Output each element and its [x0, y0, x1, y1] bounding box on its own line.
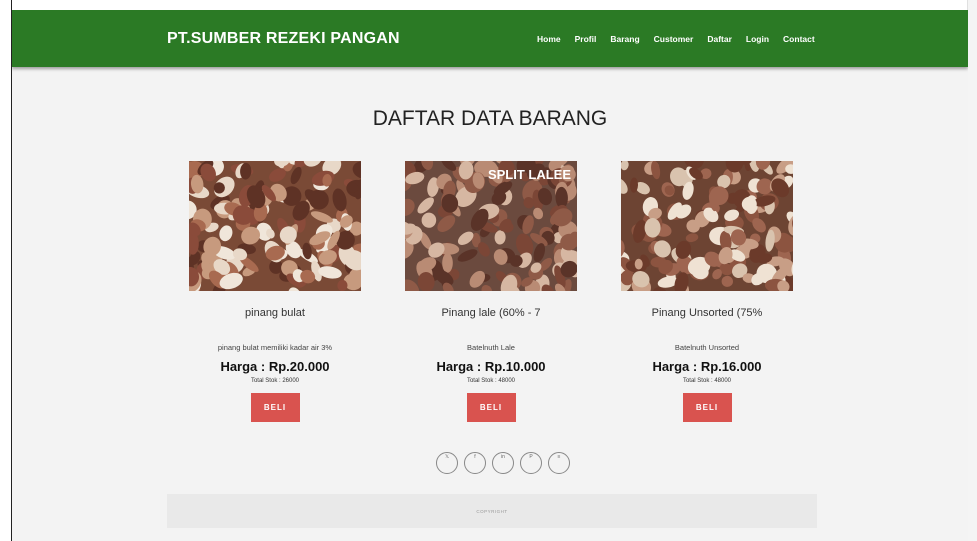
- page: PT.SUMBER REZEKI PANGAN Home Profil Bara…: [12, 10, 968, 541]
- social-links: 𝕏 f in P ≡: [436, 452, 570, 474]
- page-title: DAFTAR DATA BARANG: [372, 107, 608, 130]
- nav-menu: Home Profil Barang Customer Daftar Login…: [537, 34, 829, 44]
- product-image-pinang-bulat: [189, 161, 361, 291]
- product-image-pinang-unsorted: [621, 161, 793, 291]
- nav-contact[interactable]: Contact: [783, 34, 815, 44]
- window-border: [0, 0, 12, 541]
- product-name: pinang bulat: [245, 307, 305, 319]
- nav-customer[interactable]: Customer: [654, 34, 694, 44]
- pinterest-icon[interactable]: P: [520, 452, 542, 474]
- product-card: pinang bulat pinang bulat memiliki kadar…: [189, 161, 361, 422]
- brand-logo[interactable]: PT.SUMBER REZEKI PANGAN: [167, 30, 400, 48]
- nav-daftar[interactable]: Daftar: [707, 34, 732, 44]
- nav-profil[interactable]: Profil: [575, 34, 597, 44]
- product-card: Pinang Unsorted (75% Batelnuth Unsorted …: [621, 161, 793, 422]
- twitter-icon[interactable]: 𝕏: [436, 452, 458, 474]
- scrollbar[interactable]: [967, 0, 977, 541]
- product-description: Batelnuth Lale: [467, 343, 515, 352]
- nav-login[interactable]: Login: [746, 34, 769, 44]
- product-card: SPLIT LALEE Pinang lale (60% - 7 Batelnu…: [405, 161, 577, 422]
- product-image-pinang-lale: SPLIT LALEE: [405, 161, 577, 291]
- product-stock: Total Stok : 48000: [682, 378, 732, 384]
- product-description: Batelnuth Unsorted: [674, 343, 740, 352]
- navbar: PT.SUMBER REZEKI PANGAN Home Profil Bara…: [12, 10, 968, 67]
- buy-button[interactable]: BELI: [682, 393, 732, 422]
- product-stock: Total Stok : 48000: [466, 378, 516, 384]
- product-price: Harga : Rp.20.000: [220, 359, 330, 374]
- product-description: pinang bulat memiliki kadar air 3%: [217, 343, 333, 352]
- nav-home[interactable]: Home: [537, 34, 561, 44]
- buy-button[interactable]: BELI: [250, 393, 300, 422]
- product-stock: Total Stok : 26000: [250, 378, 300, 384]
- linkedin-icon[interactable]: in: [492, 452, 514, 474]
- copyright-text: COPYRIGHT: [476, 509, 508, 514]
- facebook-icon[interactable]: f: [464, 452, 486, 474]
- footer: COPYRIGHT: [167, 494, 817, 528]
- rss-icon[interactable]: ≡: [548, 452, 570, 474]
- image-caption: SPLIT LALEE: [488, 167, 571, 182]
- product-price: Harga : Rp.16.000: [652, 359, 762, 374]
- buy-button[interactable]: BELI: [466, 393, 516, 422]
- product-price: Harga : Rp.10.000: [436, 359, 546, 374]
- product-name: Pinang Unsorted (75%: [651, 307, 763, 319]
- product-name: Pinang lale (60% - 7: [441, 307, 541, 319]
- nav-barang[interactable]: Barang: [610, 34, 639, 44]
